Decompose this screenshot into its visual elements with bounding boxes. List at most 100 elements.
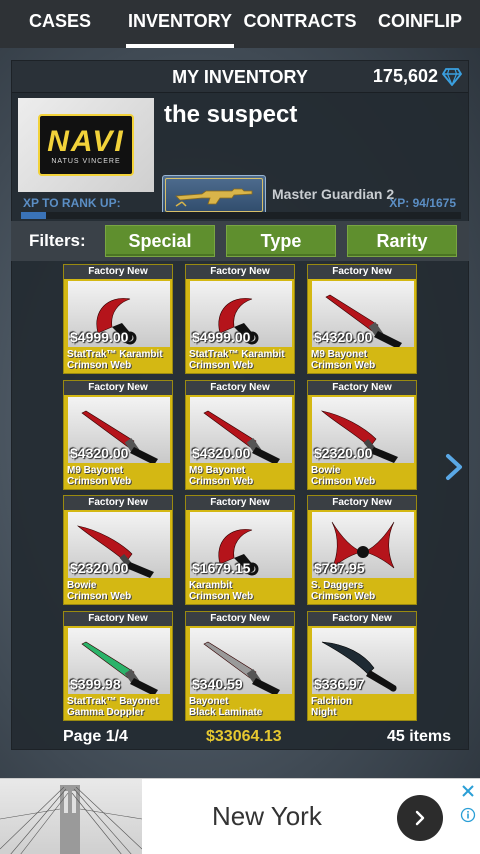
item-condition: Factory New bbox=[308, 612, 416, 626]
page-indicator: Page 1/4 bbox=[63, 728, 128, 745]
item-name: M9 Bayonet Crimson Web bbox=[189, 465, 253, 487]
item-card[interactable]: Factory New $2320.00 Bowie Crimson Web bbox=[307, 380, 417, 490]
item-card[interactable]: Factory New $399.98 StatTrak™ Bayonet Gamma… bbox=[63, 611, 173, 721]
item-price: $4320.00 bbox=[314, 329, 373, 345]
item-card[interactable]: Factory New $4999.00 StatTrak™ Karambit Cri… bbox=[63, 264, 173, 374]
item-weapon-name: Falchion bbox=[311, 696, 353, 707]
item-skin-name: Black Laminate bbox=[189, 707, 263, 718]
item-image: $4320.00 bbox=[190, 397, 292, 463]
team-logo-subtext: NATUS VINCERE bbox=[51, 157, 121, 165]
profile-section: NAVI NATUS VINCERE the suspect Master Gu… bbox=[12, 93, 468, 215]
tab-inventory[interactable]: INVENTORY bbox=[120, 0, 240, 48]
item-price: $4320.00 bbox=[70, 445, 129, 461]
item-skin-name: Gamma Doppler bbox=[67, 707, 145, 718]
item-condition: Factory New bbox=[186, 381, 294, 395]
item-price: $2320.00 bbox=[70, 560, 129, 576]
ad-open-button[interactable] bbox=[397, 795, 443, 841]
filter-rarity-button[interactable]: Rarity bbox=[347, 225, 457, 257]
item-condition: Factory New bbox=[64, 265, 172, 279]
item-skin-name: Crimson Web bbox=[311, 591, 376, 602]
item-card[interactable]: Factory New $2320.00 Bowie Crimson Web bbox=[63, 495, 173, 605]
item-price: $336.97 bbox=[314, 676, 365, 692]
xp-progress-bar bbox=[21, 212, 461, 219]
item-name: StatTrak™ Karambit Crimson Web bbox=[67, 349, 163, 371]
item-skin-name: Crimson Web bbox=[67, 360, 132, 371]
ad-bridge-image bbox=[0, 779, 142, 854]
item-condition: Factory New bbox=[186, 265, 294, 279]
total-value: $33064.13 bbox=[206, 728, 282, 745]
item-weapon-name: StatTrak™ Karambit bbox=[67, 349, 163, 360]
xp-progress-fill bbox=[21, 212, 46, 219]
item-image: $4999.00 bbox=[68, 281, 170, 347]
item-condition: Factory New bbox=[186, 496, 294, 510]
item-card[interactable]: Factory New $4320.00 M9 Bayonet Crimson Web bbox=[185, 380, 295, 490]
item-price: $787.95 bbox=[314, 560, 365, 576]
item-name: Bowie Crimson Web bbox=[311, 465, 375, 487]
item-image: $1679.15 bbox=[190, 512, 292, 578]
item-card[interactable]: Factory New $4320.00 M9 Bayonet Crimson Web bbox=[63, 380, 173, 490]
item-skin-name: Crimson Web bbox=[67, 591, 132, 602]
filter-type-button[interactable]: Type bbox=[226, 225, 336, 257]
item-count: 45 items bbox=[386, 728, 451, 745]
top-nav: CASES INVENTORY CONTRACTS COINFLIP bbox=[0, 0, 480, 48]
item-card[interactable]: Factory New $787.95 S. Daggers Crimson Web bbox=[307, 495, 417, 605]
item-card[interactable]: Factory New $340.59 Bayonet Black Laminate bbox=[185, 611, 295, 721]
item-condition: Factory New bbox=[186, 612, 294, 626]
item-weapon-name: M9 Bayonet bbox=[67, 465, 124, 476]
xp-label: XP TO RANK UP: bbox=[23, 196, 121, 210]
item-name: Bowie Crimson Web bbox=[67, 580, 131, 602]
item-name: StatTrak™ Karambit Crimson Web bbox=[189, 349, 285, 371]
item-skin-name: Crimson Web bbox=[189, 360, 254, 371]
item-weapon-name: StatTrak™ Bayonet bbox=[67, 696, 159, 707]
item-image: $4999.00 bbox=[190, 281, 292, 347]
item-weapon-name: StatTrak™ Karambit bbox=[189, 349, 285, 360]
item-name: S. Daggers Crimson Web bbox=[311, 580, 375, 602]
item-price: $1679.15 bbox=[192, 560, 251, 576]
item-weapon-name: S. Daggers bbox=[311, 580, 364, 591]
diamond-icon bbox=[442, 67, 462, 86]
item-name: Bayonet Black Laminate bbox=[189, 696, 262, 718]
close-icon[interactable] bbox=[460, 783, 476, 799]
item-weapon-name: Bowie bbox=[67, 580, 97, 591]
item-card[interactable]: Factory New $4999.00 StatTrak™ Karambit Cri… bbox=[185, 264, 295, 374]
team-logo: NAVI NATUS VINCERE bbox=[18, 98, 154, 192]
balance: 175,602 bbox=[373, 66, 462, 87]
tab-coinflip[interactable]: COINFLIP bbox=[360, 0, 480, 48]
item-card[interactable]: Factory New $4320.00 M9 Bayonet Crimson Web bbox=[307, 264, 417, 374]
item-skin-name: Crimson Web bbox=[311, 476, 376, 487]
info-icon[interactable] bbox=[460, 807, 476, 823]
rank-badge bbox=[162, 175, 266, 215]
item-skin-name: Crimson Web bbox=[189, 476, 254, 487]
filters-label: Filters: bbox=[29, 231, 86, 250]
item-name: M9 Bayonet Crimson Web bbox=[311, 349, 375, 371]
item-weapon-name: Karambit bbox=[189, 580, 233, 591]
item-condition: Factory New bbox=[64, 381, 172, 395]
item-image: $2320.00 bbox=[68, 512, 170, 578]
ad-banner[interactable]: New York bbox=[0, 778, 480, 854]
item-image: $4320.00 bbox=[68, 397, 170, 463]
item-image: $336.97 bbox=[312, 628, 414, 694]
filters-bar: Filters: Special Type Rarity bbox=[11, 221, 469, 261]
item-price: $399.98 bbox=[70, 676, 121, 692]
item-name: Karambit Crimson Web bbox=[189, 580, 253, 602]
item-weapon-name: M9 Bayonet bbox=[189, 465, 246, 476]
rank-name: Master Guardian 2 bbox=[272, 186, 395, 202]
balance-value: 175,602 bbox=[372, 66, 438, 86]
item-condition: Factory New bbox=[308, 496, 416, 510]
item-image: $2320.00 bbox=[312, 397, 414, 463]
next-page-arrow-icon[interactable] bbox=[440, 452, 466, 482]
chevron-right-icon bbox=[415, 810, 425, 826]
panel-header: MY INVENTORY 175,602 bbox=[12, 61, 468, 93]
team-logo-text: NAVI bbox=[47, 124, 125, 158]
tab-cases[interactable]: CASES bbox=[0, 0, 120, 48]
item-skin-name: Crimson Web bbox=[189, 591, 254, 602]
rifle-rank-icon bbox=[175, 188, 253, 207]
filter-special-button[interactable]: Special bbox=[105, 225, 215, 257]
item-card[interactable]: Factory New $1679.15 Karambit Crimson Web bbox=[185, 495, 295, 605]
item-condition: Factory New bbox=[64, 496, 172, 510]
item-price: $340.59 bbox=[192, 676, 243, 692]
item-image: $787.95 bbox=[312, 512, 414, 578]
item-name: Falchion Night bbox=[311, 696, 352, 718]
tab-contracts[interactable]: CONTRACTS bbox=[240, 0, 360, 48]
item-card[interactable]: Factory New $336.97 Falchion Night bbox=[307, 611, 417, 721]
